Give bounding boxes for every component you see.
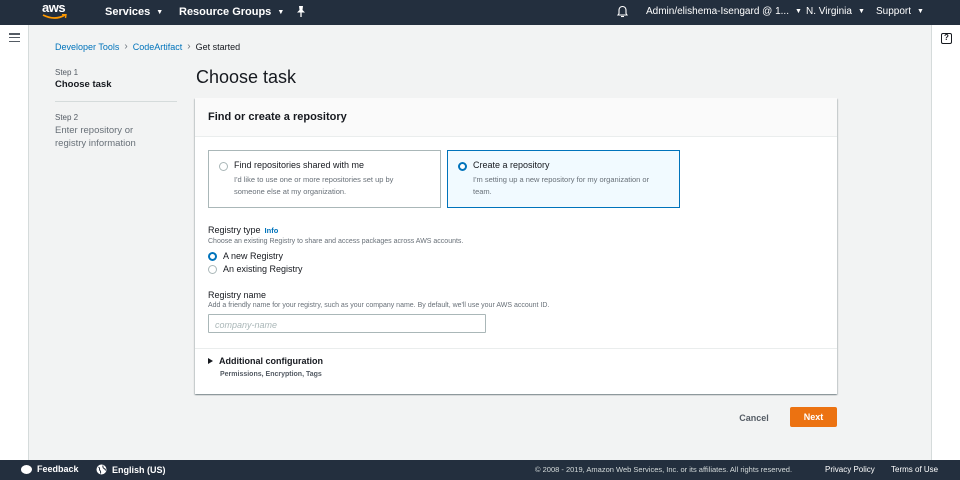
chevron-down-icon: ▼ bbox=[917, 8, 924, 15]
resource-groups-menu[interactable]: Resource Groups ▼ bbox=[179, 6, 284, 18]
chevron-right-icon: › bbox=[124, 41, 128, 52]
registry-type-label: Registry type Info bbox=[208, 225, 279, 235]
panel-title: Find or create a repository bbox=[208, 111, 347, 123]
top-navigation-bar: aws Services ▼ Resource Groups ▼ Admin/e… bbox=[0, 0, 960, 25]
step-number: Step 1 bbox=[55, 68, 79, 77]
find-or-create-panel: Find or create a repository Find reposit… bbox=[195, 98, 837, 394]
step-2: Step 2 Enter repository or registry info… bbox=[55, 113, 177, 150]
notifications-bell-icon[interactable] bbox=[616, 5, 629, 21]
page-title: Choose task bbox=[196, 67, 297, 87]
radio-button[interactable] bbox=[208, 264, 217, 274]
breadcrumb-codeartifact[interactable]: CodeArtifact bbox=[133, 42, 183, 52]
tile-label: Create a repository bbox=[473, 160, 550, 170]
privacy-policy-link[interactable]: Privacy Policy bbox=[825, 465, 875, 474]
registry-name-label: Registry name bbox=[208, 290, 267, 300]
registry-name-input[interactable] bbox=[209, 316, 485, 334]
tile-find-shared-repositories[interactable]: Find repositories shared with me I'd lik… bbox=[208, 150, 441, 208]
registry-type-description: Choose an existing Registry to share and… bbox=[208, 238, 464, 245]
chat-bubble-icon bbox=[21, 464, 32, 474]
caret-right-icon bbox=[208, 358, 213, 364]
hamburger-menu-icon[interactable] bbox=[9, 33, 20, 43]
breadcrumb: Developer Tools › CodeArtifact › Get sta… bbox=[55, 41, 240, 52]
tile-description: I'm setting up a new repository for my o… bbox=[473, 175, 650, 196]
step-title: Choose task bbox=[55, 79, 112, 90]
help-icon[interactable]: ? bbox=[941, 33, 952, 44]
aws-smile-icon bbox=[42, 14, 67, 19]
region-menu[interactable]: N. Virginia ▼ bbox=[806, 6, 865, 17]
tile-label: Find repositories shared with me bbox=[234, 160, 365, 170]
copyright-text: © 2008 - 2019, Amazon Web Services, Inc.… bbox=[535, 465, 793, 474]
chevron-down-icon: ▼ bbox=[277, 8, 285, 16]
step-1: Step 1 Choose task bbox=[55, 68, 177, 90]
registry-name-field[interactable] bbox=[208, 314, 486, 334]
chevron-right-icon: › bbox=[187, 41, 191, 52]
wizard-steps: Step 1 Choose task Step 2 Enter reposito… bbox=[55, 68, 177, 150]
right-help-rail: ? bbox=[931, 25, 960, 460]
radio-button[interactable] bbox=[458, 162, 467, 171]
left-navigation-rail bbox=[0, 25, 29, 460]
chevron-down-icon: ▼ bbox=[857, 8, 865, 15]
next-button[interactable]: Next bbox=[790, 407, 837, 427]
aws-logo[interactable]: aws bbox=[42, 1, 72, 23]
panel-header: Find or create a repository bbox=[195, 98, 837, 137]
cancel-button[interactable]: Cancel bbox=[730, 408, 778, 427]
tile-create-repository[interactable]: Create a repository I'm setting up a new… bbox=[447, 150, 680, 208]
services-menu[interactable]: Services ▼ bbox=[105, 6, 163, 18]
account-menu[interactable]: Admin/elishema-Isengard @ 1... ▼ bbox=[646, 6, 802, 17]
tile-description: I'd like to use one or more repositories… bbox=[234, 175, 394, 196]
breadcrumb-developer-tools[interactable]: Developer Tools bbox=[55, 42, 119, 52]
footer: Feedback English (US) © 2008 - 2019, Ama… bbox=[0, 460, 960, 480]
pin-icon[interactable] bbox=[296, 5, 306, 21]
info-link[interactable]: Info bbox=[265, 226, 279, 235]
chevron-down-icon: ▼ bbox=[795, 8, 802, 15]
additional-configuration-description: Permissions, Encryption, Tags bbox=[220, 371, 322, 378]
support-menu[interactable]: Support ▼ bbox=[876, 6, 924, 17]
radio-button[interactable] bbox=[208, 251, 217, 261]
registry-name-description: Add a friendly name for your registry, s… bbox=[208, 302, 550, 309]
step-divider bbox=[55, 101, 177, 102]
section-divider bbox=[195, 348, 837, 349]
feedback-link[interactable]: Feedback bbox=[21, 464, 79, 474]
radio-button[interactable] bbox=[219, 162, 228, 171]
step-title: Enter repository or registry information bbox=[55, 125, 136, 149]
step-number: Step 2 bbox=[55, 113, 79, 122]
radio-new-registry[interactable]: A new Registry bbox=[208, 251, 283, 261]
chevron-down-icon: ▼ bbox=[156, 8, 164, 16]
terms-of-use-link[interactable]: Terms of Use bbox=[891, 465, 938, 474]
breadcrumb-current: Get started bbox=[195, 41, 241, 52]
globe-icon bbox=[96, 464, 107, 475]
radio-existing-registry[interactable]: An existing Registry bbox=[208, 264, 303, 274]
language-selector[interactable]: English (US) bbox=[96, 464, 166, 475]
additional-configuration-expander[interactable]: Additional configuration bbox=[208, 356, 323, 366]
